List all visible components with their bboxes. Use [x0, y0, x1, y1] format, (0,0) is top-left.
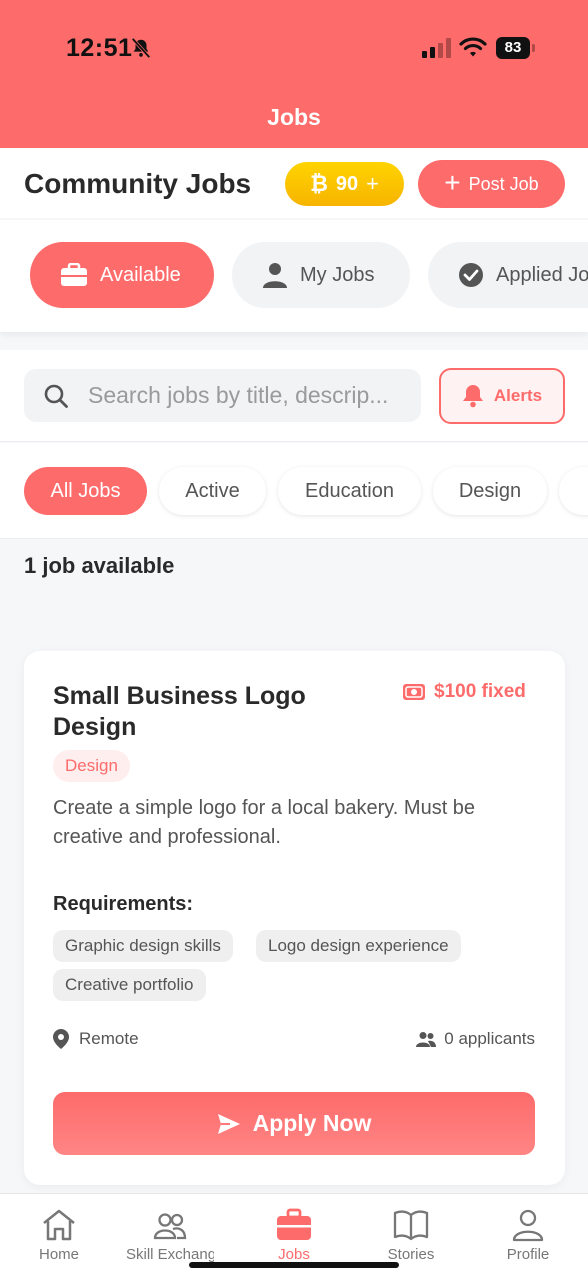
- cellular-signal-icon: [422, 38, 451, 58]
- coin-balance-button[interactable]: ₿ 90 +: [285, 162, 404, 206]
- nav-label: Home: [38, 1246, 79, 1263]
- nav-skill-exchange[interactable]: Skill Exchange: [121, 1208, 219, 1263]
- battery-level: 83: [496, 37, 530, 59]
- search-bar: Alerts: [0, 350, 588, 442]
- filter-all-jobs[interactable]: All Jobs: [24, 467, 147, 515]
- check-circle-icon: [459, 263, 483, 287]
- nav-label: Jobs: [278, 1246, 310, 1263]
- post-job-label: Post Job: [468, 173, 539, 194]
- alerts-button[interactable]: Alerts: [439, 368, 565, 424]
- nav-jobs[interactable]: Jobs: [239, 1208, 349, 1263]
- nav-stories[interactable]: Stories: [356, 1208, 466, 1263]
- search-icon: [44, 384, 68, 408]
- users-icon: [153, 1213, 187, 1240]
- nav-home[interactable]: Home: [4, 1208, 114, 1263]
- coin-icon: ₿: [309, 171, 328, 196]
- money-icon: [403, 684, 425, 700]
- requirement-tag: Creative portfolio: [53, 969, 206, 1001]
- job-pay-amount: $100 fixed: [434, 681, 526, 702]
- filter-active[interactable]: Active: [159, 467, 266, 515]
- job-card[interactable]: Small Business Logo Design $100 fixed De…: [24, 651, 565, 1185]
- battery-icon: 83: [496, 37, 536, 59]
- search-input[interactable]: [88, 369, 408, 422]
- category-filters: All Jobs Active Education Design: [0, 443, 588, 539]
- briefcase-icon: [277, 1208, 311, 1240]
- tab-label: Applied Jobs: [496, 263, 588, 286]
- title-row: Community Jobs ₿ 90 + + Post Job: [0, 148, 588, 218]
- job-location: Remote: [53, 1029, 139, 1049]
- nav-label: Stories: [387, 1246, 435, 1263]
- nav-label: Profile: [506, 1246, 550, 1263]
- person-icon: [263, 263, 287, 288]
- plus-icon: +: [366, 171, 380, 196]
- search-box: [24, 369, 421, 422]
- status-bar: 12:51 83: [0, 0, 588, 96]
- tab-label: My Jobs: [300, 263, 375, 286]
- nav-profile[interactable]: Profile: [473, 1208, 583, 1263]
- location-pin-icon: [53, 1029, 69, 1049]
- book-icon: [393, 1210, 429, 1241]
- app-header: 12:51 83 Jobs: [0, 0, 588, 148]
- job-pay: $100 fixed: [402, 681, 526, 703]
- requirement-tag: Graphic design skills: [53, 930, 233, 962]
- post-job-button[interactable]: + Post Job: [418, 160, 565, 208]
- bell-off-icon: [131, 37, 151, 59]
- tab-my-jobs[interactable]: My Jobs: [232, 242, 410, 308]
- filter-design[interactable]: Design: [433, 467, 547, 515]
- filter-education[interactable]: Education: [278, 467, 421, 515]
- job-tabs: Available My Jobs Applied Jobs: [0, 220, 588, 332]
- job-description: Create a simple logo for a local bakery.…: [53, 797, 476, 848]
- apply-now-button[interactable]: Apply Now: [53, 1092, 535, 1155]
- job-count: 1 job available: [24, 553, 175, 578]
- alerts-label: Alerts: [493, 386, 543, 405]
- job-category-badge: Design: [53, 750, 130, 782]
- status-time: 12:51: [66, 34, 133, 62]
- apply-now-label: Apply Now: [252, 1110, 372, 1136]
- home-indicator: [189, 1262, 399, 1268]
- tab-applied-jobs[interactable]: Applied Jobs: [428, 242, 588, 308]
- tab-label: Available: [100, 263, 181, 286]
- job-applicants-text: 0 applicants: [444, 1029, 535, 1048]
- requirements-label: Requirements:: [53, 893, 194, 915]
- job-title: Small Business Logo Design: [53, 682, 306, 741]
- users-icon: [416, 1032, 437, 1047]
- wifi-icon: [459, 37, 487, 57]
- tab-available[interactable]: Available: [30, 242, 214, 308]
- section-heading: Community Jobs: [24, 168, 252, 199]
- requirement-tag: Logo design experience: [256, 930, 461, 962]
- page-title: Jobs: [267, 104, 321, 130]
- plus-icon: +: [444, 166, 461, 198]
- send-icon: [217, 1113, 240, 1134]
- person-icon: [512, 1209, 544, 1242]
- job-location-text: Remote: [79, 1029, 139, 1048]
- nav-label: Skill Exchange: [126, 1246, 214, 1263]
- filter-more[interactable]: [559, 467, 588, 515]
- coin-balance: 90: [335, 172, 359, 195]
- home-icon: [43, 1209, 75, 1241]
- job-applicants: 0 applicants: [416, 1029, 535, 1049]
- bell-icon: [462, 385, 483, 408]
- briefcase-icon: [61, 263, 87, 286]
